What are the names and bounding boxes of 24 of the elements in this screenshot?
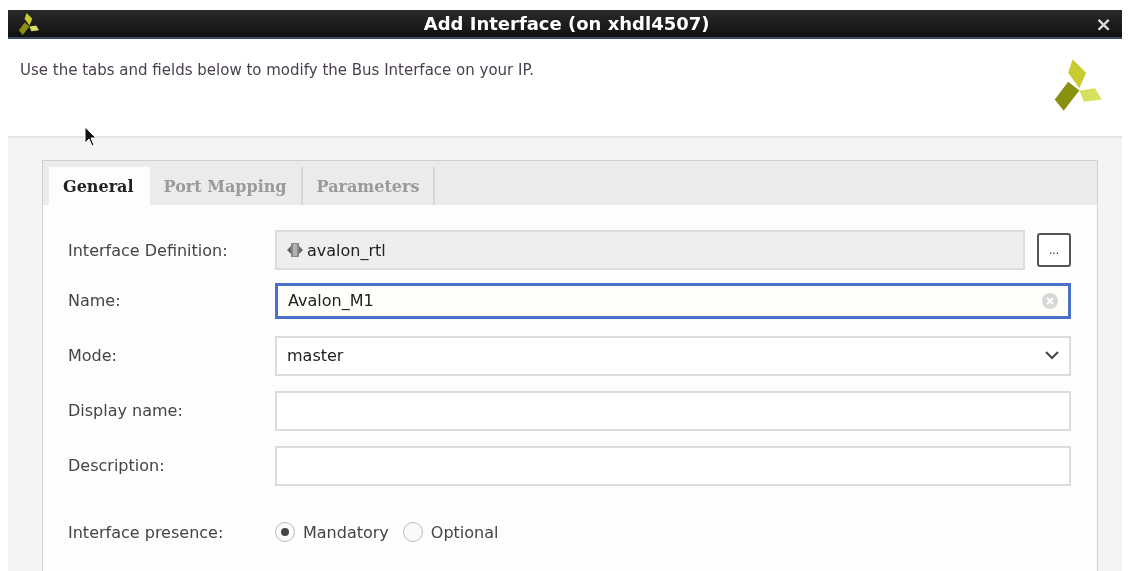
tab[interactable]: General <box>49 167 150 205</box>
field-label: Interface presence: <box>68 522 225 542</box>
radio-label[interactable]: Mandatory <box>303 522 389 542</box>
clear-icon[interactable] <box>1042 292 1058 309</box>
radio-button[interactable] <box>402 522 423 542</box>
field-label: Mode: <box>68 346 118 365</box>
description-text: Use the tabs and fields below to modify the Bus Interface on your IP. <box>20 61 534 80</box>
text-field[interactable]: Avalon_M1 <box>275 282 1071 319</box>
mode-dropdown[interactable]: master <box>275 335 1071 376</box>
text-field[interactable] <box>275 445 1071 486</box>
interface-definition-field: avalon_rtl <box>275 230 1025 270</box>
field-label: Name: <box>68 291 122 310</box>
chevron-down-icon <box>1045 351 1059 360</box>
bus-icon <box>287 241 303 259</box>
field-label: Description: <box>68 456 166 475</box>
field-label: Display name: <box>68 401 184 420</box>
browse-button[interactable]: ... <box>1037 233 1071 267</box>
close-button[interactable]: × <box>1093 11 1114 36</box>
app-logo-icon <box>16 11 40 36</box>
radio-button[interactable] <box>275 522 295 542</box>
field-label: Interface Definition: <box>68 240 229 260</box>
text-field[interactable] <box>275 390 1071 431</box>
window-title: Add Interface (on xhdl4507) <box>422 13 711 35</box>
radio-label[interactable]: Optional <box>430 522 499 542</box>
